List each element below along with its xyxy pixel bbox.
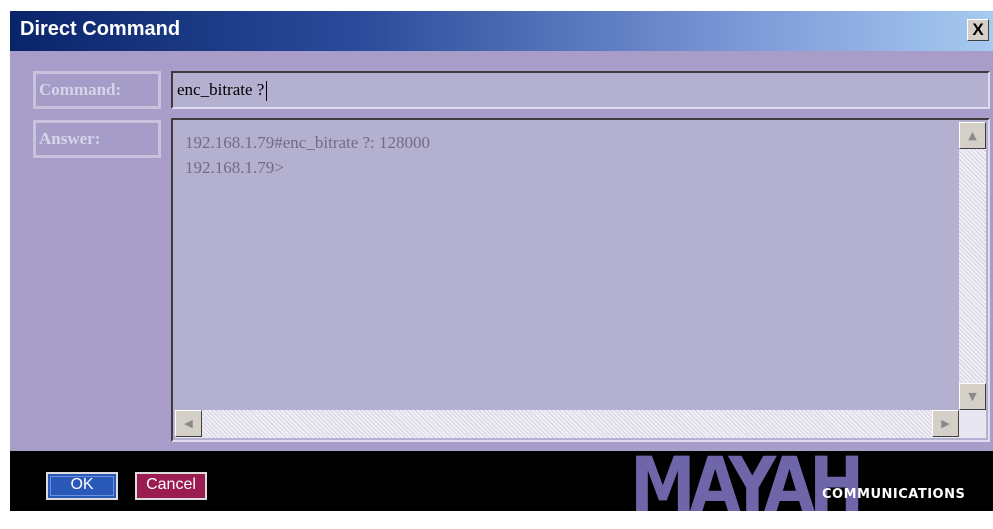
cancel-button[interactable]: Cancel xyxy=(135,472,207,500)
logo-wordmark: MAYAH xyxy=(630,440,864,529)
close-icon: X xyxy=(972,20,984,39)
footer-bar: OK Cancel MAYAH COMMUNICATIONS xyxy=(10,447,993,523)
horizontal-scrollbar[interactable]: ◀ ▶ xyxy=(175,410,959,438)
scroll-right-button[interactable]: ▶ xyxy=(932,410,959,437)
close-button[interactable]: X xyxy=(967,19,989,41)
scroll-down-icon: ▼ xyxy=(968,390,977,403)
answer-output[interactable]: 192.168.1.79#enc_bitrate ?: 128000 192.1… xyxy=(171,118,990,442)
command-input-value: enc_bitrate ? xyxy=(177,80,265,99)
command-label: Command: xyxy=(33,71,161,109)
title-bar[interactable]: Direct Command X xyxy=(10,11,993,51)
scroll-right-icon: ▶ xyxy=(941,417,950,430)
answer-text: 192.168.1.79#enc_bitrate ?: 128000 192.1… xyxy=(185,130,430,180)
answer-line: 192.168.1.79> xyxy=(185,158,284,177)
answer-label: Answer: xyxy=(33,120,161,158)
logo-tagline: COMMUNICATIONS xyxy=(822,487,966,502)
vertical-scrollbar[interactable]: ▲ ▼ xyxy=(959,122,986,410)
answer-line: 192.168.1.79#enc_bitrate ?: 128000 xyxy=(185,133,431,152)
scrollbar-corner xyxy=(959,410,986,438)
scroll-left-icon: ◀ xyxy=(184,417,193,430)
scroll-down-button[interactable]: ▼ xyxy=(959,383,986,410)
mayah-logo: MAYAH COMMUNICATIONS xyxy=(630,447,990,523)
scroll-up-icon: ▲ xyxy=(968,129,977,142)
scroll-left-button[interactable]: ◀ xyxy=(175,410,202,437)
window-title: Direct Command xyxy=(20,18,181,40)
text-caret xyxy=(266,81,268,102)
direct-command-dialog: Direct Command X Command: enc_bitrate ? … xyxy=(10,11,993,523)
ok-button[interactable]: OK xyxy=(46,472,118,500)
scroll-up-button[interactable]: ▲ xyxy=(959,122,986,149)
command-input[interactable]: enc_bitrate ? xyxy=(171,71,990,109)
